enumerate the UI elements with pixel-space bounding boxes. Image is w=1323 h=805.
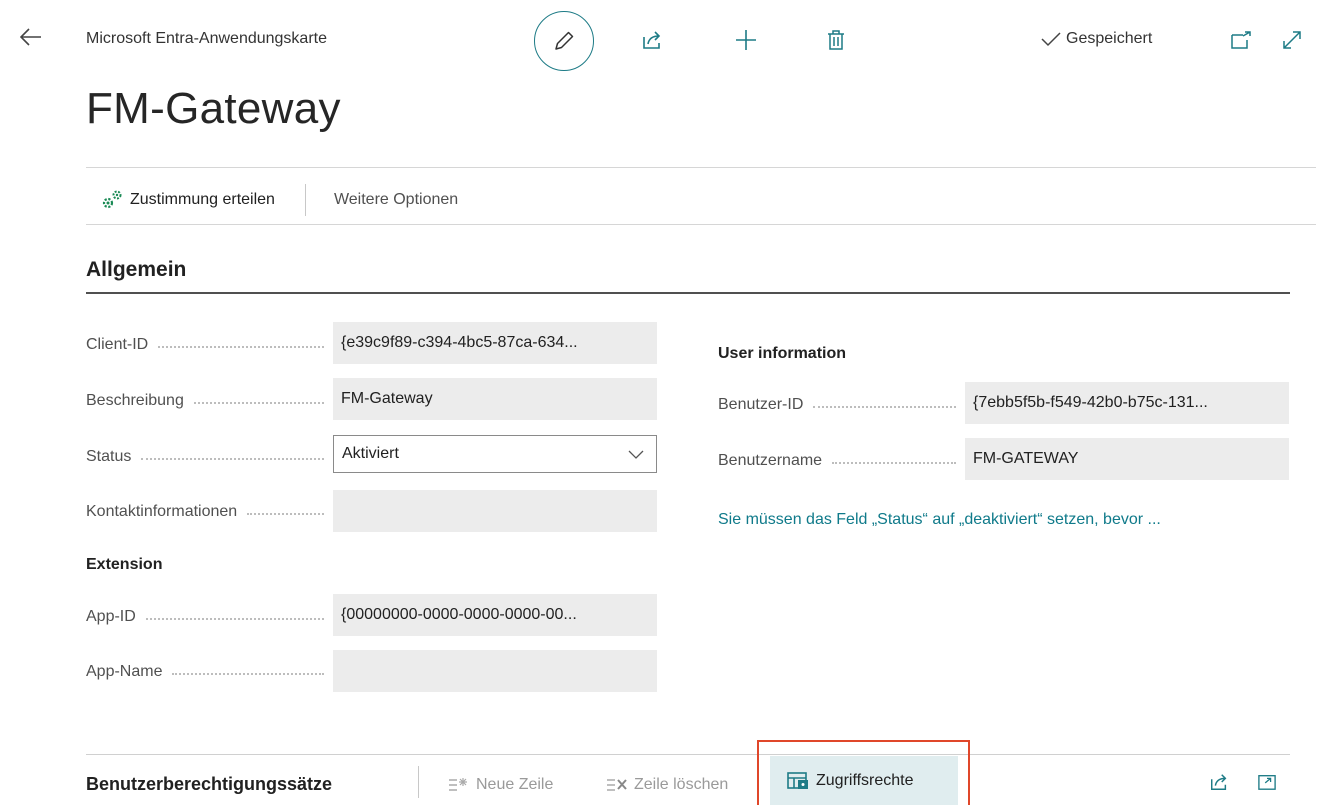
extension-subheading: Extension (86, 556, 163, 573)
new-line-button[interactable]: Neue Zeile (448, 776, 553, 794)
contact-label: Kontaktinformationen (86, 503, 332, 521)
page-title: FM-Gateway (86, 84, 341, 133)
user-name-field[interactable]: FM-GATEWAY (965, 438, 1289, 480)
permissions-title: Benutzerberechtigungssätze (86, 774, 333, 794)
delete-button[interactable] (820, 24, 852, 56)
share-icon (1211, 774, 1227, 790)
more-options-label: Weitere Optionen (333, 191, 459, 208)
user-name-label: Benutzername (718, 452, 964, 470)
open-new-window-button[interactable] (1225, 24, 1257, 56)
grant-consent-label: Zustimmung erteilen (130, 191, 275, 208)
app-name-label: App-Name (86, 663, 332, 681)
saved-status: Gespeichert (1040, 30, 1152, 48)
open-new-window-icon (1231, 31, 1251, 49)
share-button[interactable] (636, 24, 668, 56)
action-separator (304, 184, 306, 216)
status-label: Status (86, 448, 332, 466)
contact-field[interactable] (333, 490, 657, 532)
edit-button[interactable] (534, 11, 594, 71)
client-id-label: Client-ID (86, 336, 332, 354)
back-arrow-icon (20, 28, 41, 46)
expand-icon (1283, 31, 1301, 49)
actionbar-divider (86, 224, 1316, 225)
status-value: Aktiviert (342, 445, 399, 462)
trash-icon (828, 30, 844, 50)
highlight-box (757, 740, 970, 805)
app-id-label: App-ID (86, 608, 332, 626)
chevron-down-icon (628, 450, 644, 459)
client-id-field[interactable]: {e39c9f89-c394-4bc5-87ca-634... (333, 322, 657, 364)
section-rule (86, 292, 1290, 294)
card-type-label: Microsoft Entra-Anwendungskarte (86, 30, 327, 47)
delete-line-label: Zeile löschen (634, 776, 729, 793)
share-icon (643, 31, 661, 49)
section-title-general: Allgemein (86, 258, 187, 281)
pencil-icon (555, 31, 574, 50)
permissions-separator (418, 766, 419, 798)
status-hint-link[interactable]: Sie müssen das Feld „Status“ auf „deakti… (718, 511, 1161, 529)
new-button[interactable] (730, 24, 762, 56)
more-options-button[interactable]: Weitere Optionen (334, 191, 458, 209)
description-label: Beschreibung (86, 392, 332, 410)
delete-line-button[interactable]: Zeile löschen (606, 776, 728, 794)
title-divider (86, 167, 1316, 168)
user-id-field[interactable]: {7ebb5f5b-f549-42b0-b75c-131... (965, 382, 1289, 424)
delete-line-icon (607, 779, 627, 791)
saved-label: Gespeichert (1066, 30, 1153, 47)
expand-button[interactable] (1276, 24, 1308, 56)
permissions-share-button[interactable] (1203, 766, 1235, 798)
user-id-label: Benutzer-ID (718, 396, 964, 414)
status-select[interactable]: Aktiviert (333, 435, 657, 473)
grant-consent-button[interactable]: Zustimmung erteilen (100, 189, 275, 211)
app-id-field[interactable]: {00000000-0000-0000-0000-00... (333, 594, 657, 636)
permissions-expand-button[interactable] (1251, 766, 1283, 798)
gears-icon (102, 190, 122, 209)
user-information-subheading: User information (718, 345, 847, 362)
new-line-icon (449, 778, 467, 791)
new-line-label: Neue Zeile (476, 776, 554, 793)
checkmark-icon (1041, 32, 1061, 47)
plus-icon (736, 30, 756, 50)
expand-panel-icon (1258, 775, 1276, 790)
description-field[interactable]: FM-Gateway (333, 378, 657, 420)
permissions-divider (86, 754, 1290, 755)
back-button[interactable] (14, 20, 48, 54)
app-name-field[interactable] (333, 650, 657, 692)
action-bar: Zustimmung erteilen Weitere Optionen (100, 182, 458, 218)
